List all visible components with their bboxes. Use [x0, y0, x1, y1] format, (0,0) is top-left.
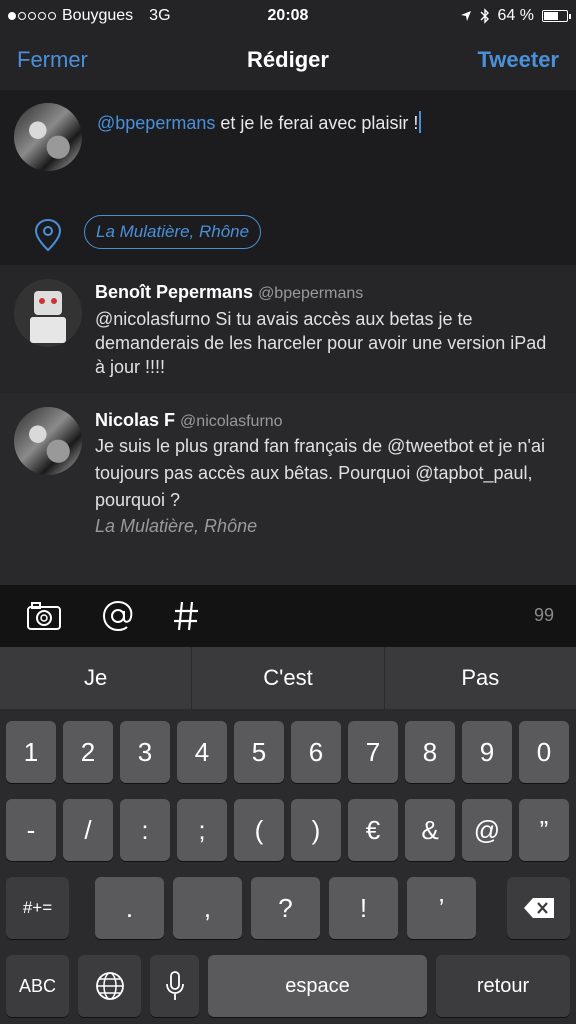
- tweet-location: La Mulatière, Rhône: [95, 516, 258, 536]
- key-9-row1[interactable]: 0: [519, 721, 569, 783]
- text-cursor: [419, 111, 422, 133]
- tweet-author-handle: @nicolasfurno: [180, 413, 283, 430]
- key-5-row2[interactable]: ): [291, 799, 341, 861]
- tweet-author-name: Benoît Pepermans: [95, 282, 254, 302]
- navigation-bar: Fermer Rédiger Tweeter: [0, 32, 576, 90]
- key-4-row3[interactable]: ’: [407, 877, 476, 939]
- key-0-row3[interactable]: .: [95, 877, 164, 939]
- key-5-row1[interactable]: 6: [291, 721, 341, 783]
- globe-icon: [95, 972, 124, 1000]
- reply-tweet[interactable]: Benoît Pepermans @bpepermans @nicolasfur…: [0, 265, 576, 393]
- microphone-key[interactable]: [150, 955, 199, 1017]
- tweet-avatar: [14, 407, 82, 475]
- compose-text-input[interactable]: @bpepermans et je le ferai avec plaisir …: [97, 111, 422, 134]
- key-3-row2[interactable]: ;: [177, 799, 227, 861]
- return-key[interactable]: retour: [436, 955, 570, 1017]
- key-7-row2[interactable]: &: [405, 799, 455, 861]
- key-2-row2[interactable]: :: [120, 799, 170, 861]
- key-0-row1[interactable]: 1: [6, 721, 56, 783]
- key-2-row1[interactable]: 3: [120, 721, 170, 783]
- quicktype-bar: Je C'est Pas: [0, 647, 576, 709]
- hashtag-icon[interactable]: [172, 599, 200, 633]
- key-6-row2[interactable]: €: [348, 799, 398, 861]
- at-icon[interactable]: [101, 599, 135, 633]
- key-4-row2[interactable]: (: [234, 799, 284, 861]
- key-1-row2[interactable]: /: [63, 799, 113, 861]
- tweet-button[interactable]: Tweeter: [477, 47, 559, 73]
- character-count: 99: [533, 605, 554, 625]
- key-1-row1[interactable]: 2: [63, 721, 113, 783]
- tweet-avatar: [14, 279, 82, 347]
- space-key[interactable]: espace: [208, 955, 427, 1017]
- compose-area: @bpepermans et je le ferai avec plaisir …: [0, 90, 576, 265]
- tweet-author-name: Nicolas F: [95, 410, 176, 430]
- more-symbols-key[interactable]: #+=: [6, 877, 69, 939]
- abc-key[interactable]: ABC: [6, 955, 69, 1017]
- suggestion-3[interactable]: Pas: [383, 647, 576, 709]
- tweet-author-handle: @bpepermans: [258, 285, 364, 302]
- camera-icon[interactable]: [26, 599, 62, 633]
- battery-icon: [542, 10, 571, 22]
- key-1-row3[interactable]: ,: [173, 877, 242, 939]
- status-bar: Bouygues 3G 20:08 64 %: [0, 0, 576, 32]
- key-6-row1[interactable]: 7: [348, 721, 398, 783]
- location-pin-icon[interactable]: [33, 218, 63, 252]
- bluetooth-icon: [480, 8, 489, 24]
- suggestion-1[interactable]: Je: [0, 647, 191, 709]
- backspace-key[interactable]: [507, 877, 570, 939]
- battery-percent: 64 %: [497, 7, 534, 24]
- keyboard: 1234567890 - /:;() € & @” #+= .,?!’ ABC espa…: [0, 709, 576, 1024]
- compose-mention: @bpepermans: [97, 113, 216, 133]
- key-0-row2[interactable]: -: [6, 799, 56, 861]
- reply-tweet[interactable]: Nicolas F @nicolasfurno Je suis le plus …: [0, 393, 576, 585]
- key-7-row1[interactable]: 8: [405, 721, 455, 783]
- globe-key[interactable]: [78, 955, 141, 1017]
- backspace-icon: [523, 898, 554, 918]
- compose-body: et je le ferai avec plaisir !: [215, 113, 419, 133]
- key-8-row1[interactable]: 9: [462, 721, 512, 783]
- key-8-row2[interactable]: @: [462, 799, 512, 861]
- suggestion-2[interactable]: C'est: [191, 647, 383, 709]
- location-arrow-icon: [460, 11, 471, 21]
- key-9-row2[interactable]: ”: [519, 799, 569, 861]
- user-avatar: [14, 103, 82, 171]
- key-2-row3[interactable]: ?: [251, 877, 320, 939]
- microphone-icon: [165, 971, 184, 1000]
- key-3-row3[interactable]: !: [329, 877, 398, 939]
- tweet-text: Je suis le plus grand fan français de @t…: [95, 436, 545, 510]
- tweet-text: @nicolasfurno Si tu avais accès aux beta…: [95, 309, 547, 377]
- location-chip[interactable]: La Mulatière, Rhône: [84, 215, 262, 249]
- compose-toolbar: 99: [0, 585, 576, 647]
- key-4-row1[interactable]: 5: [234, 721, 284, 783]
- key-3-row1[interactable]: 4: [177, 721, 227, 783]
